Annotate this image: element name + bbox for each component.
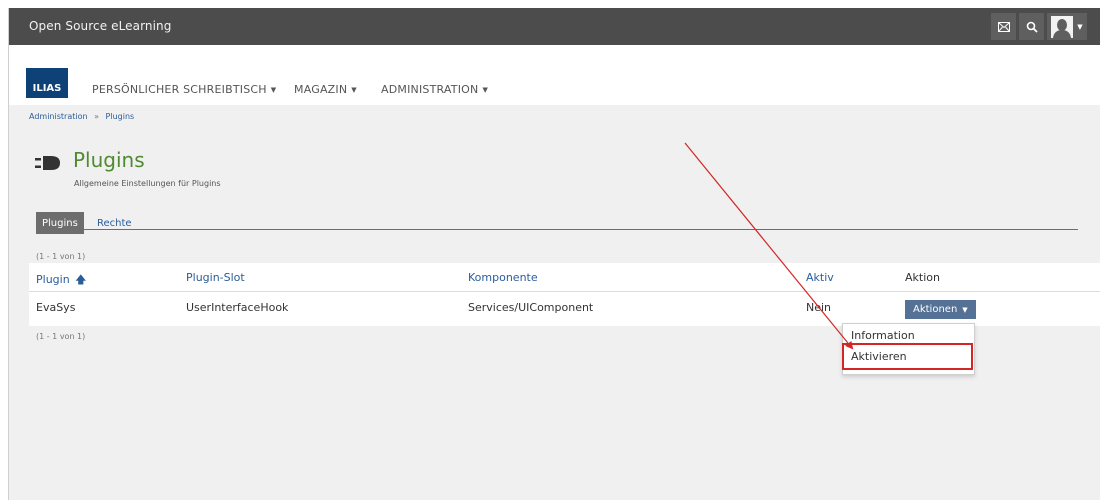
tab-divider — [36, 229, 1078, 230]
table-row: EvaSys UserInterfaceHook Services/UIComp… — [29, 292, 1100, 326]
nav-magazin[interactable]: MAGAZIN ▼ — [294, 83, 357, 96]
actions-dropdown-menu: Information Aktivieren — [842, 323, 975, 375]
chevron-down-icon: ▼ — [1077, 22, 1083, 31]
search-icon — [1026, 21, 1038, 33]
page-subtitle: Allgemeine Einstellungen für Plugins — [74, 179, 221, 188]
caret-down-icon: ▼ — [962, 305, 968, 314]
tab-label: Rechte — [97, 217, 132, 229]
breadcrumb-plugins[interactable]: Plugins — [106, 112, 135, 121]
user-menu-button[interactable]: ▼ — [1047, 13, 1087, 40]
menu-item-information[interactable]: Information — [851, 329, 915, 342]
breadcrumb-separator: » — [94, 112, 99, 121]
pagination-range-top: (1 - 1 von 1) — [36, 252, 86, 261]
column-label: Plugin — [36, 273, 70, 286]
browser-viewport: Open Source eLearning ▼ ILIAS PERSÖNLICH… — [8, 8, 1100, 500]
actions-dropdown-button[interactable]: Aktionen ▼ — [905, 300, 976, 319]
sort-ascending-icon: 🡅 — [75, 273, 87, 286]
pagination-range-bottom: (1 - 1 von 1) — [36, 332, 86, 341]
search-button[interactable] — [1019, 13, 1044, 40]
mail-button[interactable] — [991, 13, 1016, 40]
ilias-logo[interactable]: ILIAS — [26, 68, 68, 98]
column-header-komponente[interactable]: Komponente — [468, 271, 538, 284]
column-header-aktiv[interactable]: Aktiv — [806, 271, 834, 284]
cell-plugin-slot: UserInterfaceHook — [186, 301, 289, 314]
top-bar: Open Source eLearning ▼ — [9, 8, 1100, 45]
cell-plugin: EvaSys — [36, 301, 76, 314]
nav-label: ADMINISTRATION — [381, 83, 479, 96]
header: ILIAS PERSÖNLICHER SCHREIBTISCH ▼ MAGAZIN… — [9, 45, 1100, 105]
breadcrumb: Administration » Plugins — [29, 112, 134, 121]
column-header-aktion: Aktion — [905, 271, 940, 284]
user-avatar-icon — [1051, 15, 1074, 38]
caret-down-icon: ▼ — [351, 86, 357, 94]
nav-label: PERSÖNLICHER SCHREIBTISCH — [92, 83, 267, 96]
column-header-plugin[interactable]: Plugin 🡅 — [36, 271, 86, 290]
tab-plugins[interactable]: Plugins — [36, 212, 84, 234]
menu-item-aktivieren[interactable]: Aktivieren — [851, 350, 907, 363]
nav-administration[interactable]: ADMINISTRATION ▼ — [381, 83, 488, 96]
page-title: Plugins — [73, 148, 145, 172]
tab-label: Plugins — [42, 217, 78, 229]
tab-rechte[interactable]: Rechte — [91, 212, 138, 234]
nav-persoenlicher-schreibtisch[interactable]: PERSÖNLICHER SCHREIBTISCH ▼ — [92, 83, 276, 96]
envelope-icon — [997, 21, 1010, 32]
plugin-icon — [35, 156, 60, 170]
actions-button-label: Aktionen — [913, 304, 958, 315]
breadcrumb-administration[interactable]: Administration — [29, 112, 88, 121]
caret-down-icon: ▼ — [482, 86, 489, 94]
cell-aktiv: Nein — [806, 301, 832, 314]
caret-down-icon: ▼ — [270, 86, 277, 94]
logo-text: ILIAS — [32, 83, 62, 94]
installation-title: Open Source eLearning — [29, 19, 172, 33]
table-header: Plugin 🡅 Plugin-Slot Komponente Aktiv Ak… — [29, 263, 1100, 292]
cell-komponente: Services/UIComponent — [468, 301, 594, 314]
column-header-plugin-slot[interactable]: Plugin-Slot — [186, 271, 245, 284]
nav-label: MAGAZIN — [294, 83, 348, 96]
